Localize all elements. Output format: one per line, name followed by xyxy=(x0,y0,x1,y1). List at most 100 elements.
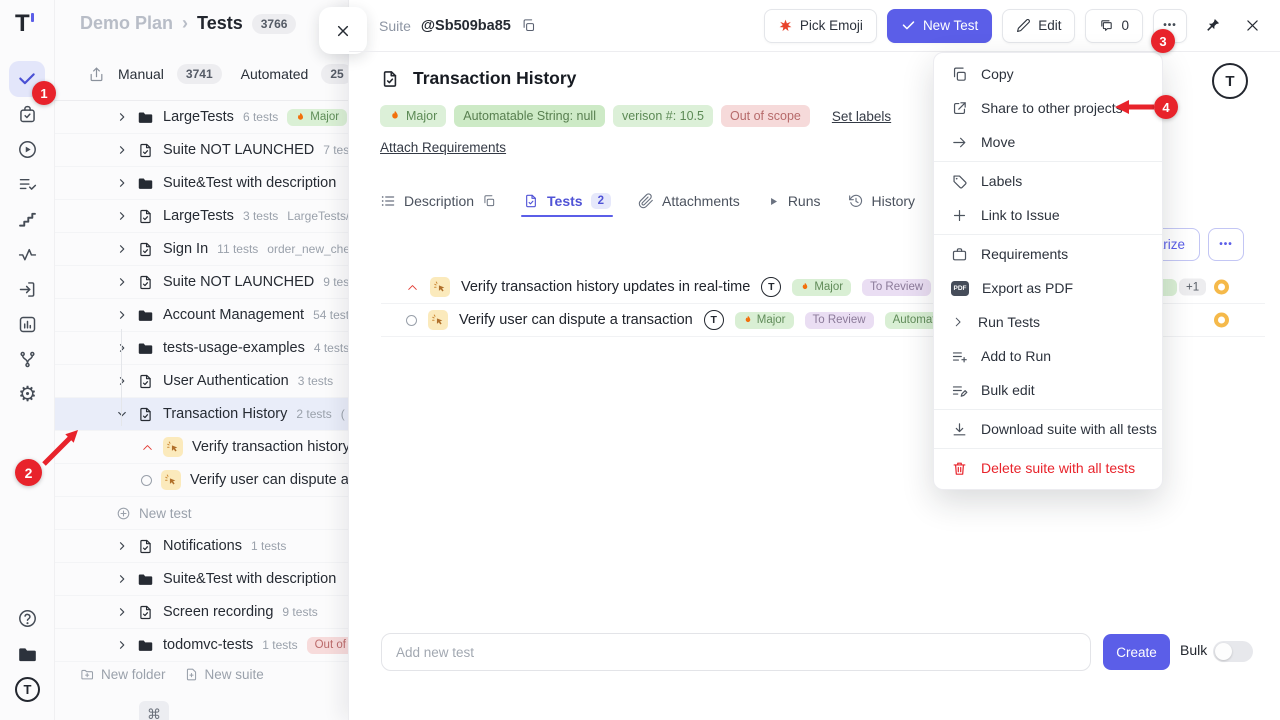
copy-icon[interactable] xyxy=(482,194,496,208)
tab-runs[interactable]: Runs xyxy=(767,193,821,209)
menu-item-copy[interactable]: Copy xyxy=(934,57,1162,91)
tree-row-largetests-suite[interactable]: LargeTests 3 tests LargeTests/B xyxy=(55,200,348,233)
tree-row-suite-not-launched-1[interactable]: Suite NOT LAUNCHED 7 tests xyxy=(55,134,348,167)
tab-automated[interactable]: Automated xyxy=(241,66,309,82)
tree-row-account-management[interactable]: Account Management 54 tests xyxy=(55,299,348,332)
set-labels-link[interactable]: Set labels xyxy=(832,109,891,124)
tree-row-suitetest-desc-2[interactable]: Suite&Test with description xyxy=(55,563,348,596)
chevron-down-icon[interactable] xyxy=(116,408,128,420)
pick-emoji-button[interactable]: Pick Emoji xyxy=(764,9,877,43)
tree-row-largetests[interactable]: LargeTests 6 tests Major xyxy=(55,101,348,134)
chevron-right-icon[interactable] xyxy=(116,540,128,552)
pin-icon[interactable] xyxy=(1197,9,1227,43)
chevron-right-icon[interactable] xyxy=(116,375,128,387)
chevron-right-icon[interactable] xyxy=(116,606,128,618)
chevron-right-icon[interactable] xyxy=(116,210,128,222)
menu-item-labels[interactable]: Labels xyxy=(934,164,1162,198)
comments-button[interactable]: 0 xyxy=(1085,9,1143,43)
bulk-toggle[interactable] xyxy=(1213,641,1253,662)
sign-in-icon[interactable] xyxy=(17,279,38,300)
caret-up-icon[interactable] xyxy=(141,441,154,454)
chevron-right-icon[interactable] xyxy=(116,342,128,354)
tab-attachments[interactable]: Attachments xyxy=(638,193,740,209)
tree-row-tests-usage-examples[interactable]: tests-usage-examples 4 tests xyxy=(55,332,348,365)
menu-item-share[interactable]: Share to other projects xyxy=(934,91,1162,125)
chevron-right-icon[interactable] xyxy=(116,243,128,255)
menu-item-delete-suite[interactable]: Delete suite with all tests xyxy=(934,451,1162,485)
workspace-avatar[interactable]: T xyxy=(15,677,40,702)
tab-history[interactable]: History xyxy=(848,193,916,209)
steps-icon[interactable] xyxy=(17,209,38,230)
chevron-right-icon[interactable] xyxy=(116,111,128,123)
project-avatar[interactable]: T xyxy=(1212,63,1248,99)
folder-icon[interactable] xyxy=(17,644,38,665)
bar-chart-icon[interactable] xyxy=(17,314,38,335)
gear-icon[interactable]: ⚙ xyxy=(17,384,38,405)
pushpin-icon xyxy=(1204,17,1221,34)
caret-up-icon[interactable] xyxy=(406,281,419,294)
branch-icon[interactable] xyxy=(17,349,38,370)
new-suite-button[interactable]: New suite xyxy=(184,667,264,682)
new-folder-button[interactable]: New folder xyxy=(80,667,166,682)
tab-manual[interactable]: Manual xyxy=(118,66,164,82)
tree-row-notifications[interactable]: Notifications 1 tests xyxy=(55,530,348,563)
warning-dot[interactable] xyxy=(1214,280,1229,295)
menu-item-add-to-run[interactable]: Add to Run xyxy=(934,339,1162,373)
chevron-right-icon[interactable] xyxy=(116,573,128,585)
menu-item-move[interactable]: Move xyxy=(934,125,1162,159)
chevron-right-icon[interactable] xyxy=(116,639,128,651)
attach-requirements-link[interactable]: Attach Requirements xyxy=(380,140,506,155)
test-title[interactable]: Verify transaction history updates in re… xyxy=(461,279,750,295)
warning-dot[interactable] xyxy=(1214,313,1229,328)
trash-icon xyxy=(951,460,968,477)
label-out-of-scope[interactable]: Out of scope xyxy=(721,105,810,127)
test-title[interactable]: Verify user can dispute a transaction xyxy=(459,312,693,328)
edit-button[interactable]: Edit xyxy=(1002,9,1075,43)
chevron-right-icon[interactable] xyxy=(116,309,128,321)
tree-row-sign-in[interactable]: Sign In 11 tests order_new_check xyxy=(55,233,348,266)
status-circle-icon[interactable] xyxy=(406,315,417,326)
close-panel-icon[interactable] xyxy=(1237,9,1267,43)
tree-row-user-authentication[interactable]: User Authentication 3 tests xyxy=(55,365,348,398)
test-ref-icon: T xyxy=(761,277,781,297)
tree-new-test[interactable]: New test xyxy=(55,497,348,530)
app-logo[interactable]: T xyxy=(15,10,34,38)
menu-item-link-to-issue[interactable]: Link to Issue xyxy=(934,198,1162,232)
label-major[interactable]: Major xyxy=(380,105,446,127)
chevron-right-icon[interactable] xyxy=(116,276,128,288)
tree-row-test-1[interactable]: Verify transaction history updates in re… xyxy=(55,431,348,464)
breadcrumb-project[interactable]: Demo Plan xyxy=(80,13,173,34)
tab-tests[interactable]: Tests 2 xyxy=(523,193,611,209)
menu-item-download-suite[interactable]: Download suite with all tests xyxy=(934,412,1162,446)
help-icon[interactable] xyxy=(17,608,38,629)
status-circle-icon[interactable] xyxy=(141,475,152,486)
menu-item-run-tests[interactable]: Run Tests xyxy=(934,305,1162,339)
tree-row-suite-not-launched-2[interactable]: Suite NOT LAUNCHED 9 tests xyxy=(55,266,348,299)
activity-icon[interactable] xyxy=(17,244,38,265)
command-key-button[interactable]: ⌘ xyxy=(139,701,169,720)
tree-row-suitetest-desc-1[interactable]: Suite&Test with description xyxy=(55,167,348,200)
add-new-test-input[interactable] xyxy=(381,633,1091,671)
sidebar-item-cases-icon[interactable] xyxy=(17,104,38,125)
menu-item-requirements[interactable]: Requirements xyxy=(934,237,1162,271)
tab-description[interactable]: Description xyxy=(380,193,496,209)
label-automatable[interactable]: Automatable String: null xyxy=(454,105,605,127)
tree-row-transaction-history[interactable]: Transaction History 2 tests ( xyxy=(55,398,348,431)
menu-item-export-pdf[interactable]: PDFExport as PDF xyxy=(934,271,1162,305)
chevron-right-icon[interactable] xyxy=(116,144,128,156)
more-labels-badge[interactable]: +1 xyxy=(1179,279,1206,296)
label-version[interactable]: verison #: 10.5 xyxy=(613,105,713,127)
tree-row-test-2[interactable]: Verify user can dispute a transaction xyxy=(55,464,348,497)
chevron-right-icon[interactable] xyxy=(116,177,128,189)
tree-row-screen-recording[interactable]: Screen recording 9 tests xyxy=(55,596,348,629)
new-test-button[interactable]: New Test xyxy=(887,9,992,43)
list-check-icon[interactable] xyxy=(17,174,38,195)
create-button[interactable]: Create xyxy=(1103,634,1170,670)
copy-icon[interactable] xyxy=(521,18,536,33)
tree-row-todomvc-tests[interactable]: todomvc-tests 1 tests Out of scope xyxy=(55,629,348,662)
tests-more-button[interactable]: ••• xyxy=(1208,228,1244,261)
play-circle-icon[interactable] xyxy=(17,139,38,160)
tree-item-label: Account Management xyxy=(163,307,304,323)
share-up-icon[interactable] xyxy=(88,66,105,83)
menu-item-bulk-edit[interactable]: Bulk edit xyxy=(934,373,1162,407)
